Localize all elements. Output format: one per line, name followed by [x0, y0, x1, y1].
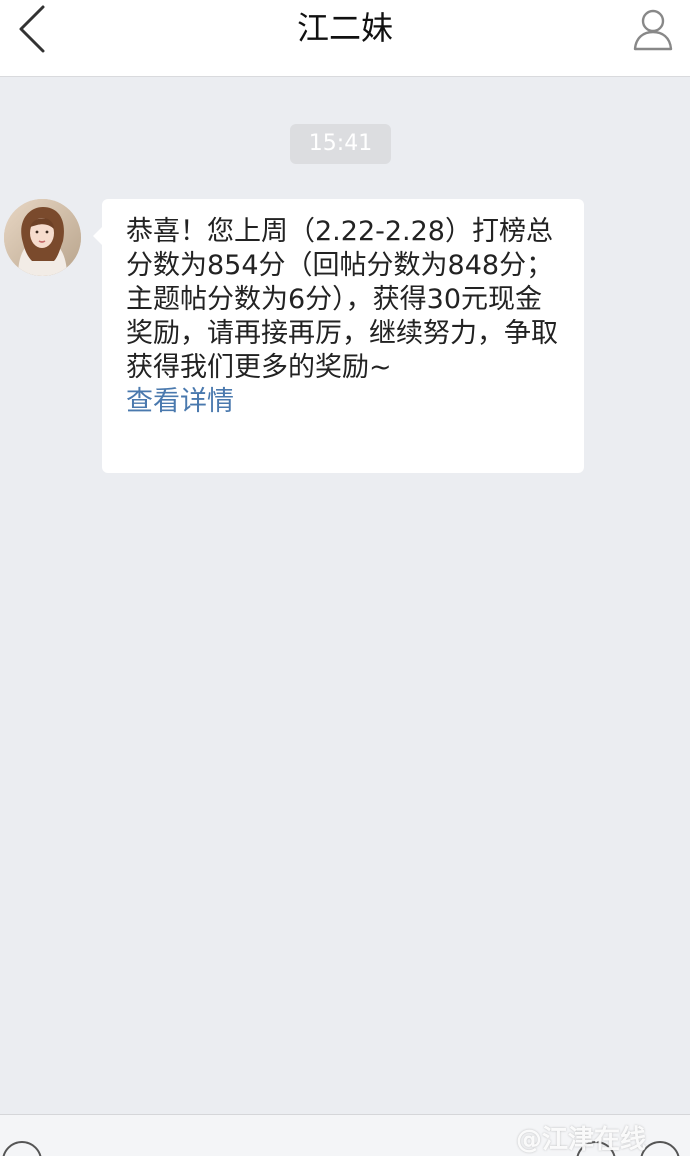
chat-title: 江二妹 [296, 9, 393, 47]
add-more-button[interactable] [640, 1141, 680, 1156]
view-details-link[interactable]: 查看详情 [126, 385, 234, 419]
person-icon [633, 9, 673, 51]
voice-input-button[interactable] [2, 1141, 42, 1156]
message-timestamp: 15:41 [290, 124, 391, 164]
emoji-button[interactable] [576, 1141, 616, 1156]
bottom-input-bar: @江津在线 [0, 1114, 690, 1156]
top-navigation-bar: 江二妹 [0, 0, 690, 77]
back-button[interactable] [10, 4, 54, 54]
profile-button[interactable] [630, 4, 676, 54]
chat-area[interactable]: 15:41 恭喜！您上周（2.22-2.28）打榜总分数为854分（回帖分数为8… [0, 77, 690, 1114]
avatar-photo [4, 199, 81, 276]
message-bubble[interactable]: 恭喜！您上周（2.22-2.28）打榜总分数为854分（回帖分数为848分；主题… [93, 199, 584, 473]
message-text: 恭喜！您上周（2.22-2.28）打榜总分数为854分（回帖分数为848分；主题… [126, 216, 558, 383]
chevron-left-icon [19, 5, 45, 53]
sender-avatar[interactable] [4, 199, 81, 276]
